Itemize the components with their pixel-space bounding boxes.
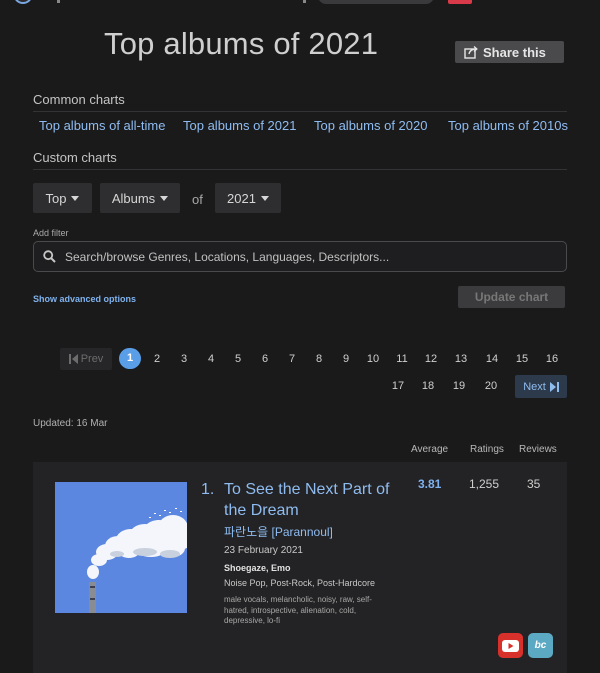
album-cover-art	[55, 482, 187, 613]
share-icon	[464, 45, 478, 59]
artist-link[interactable]: 파란노을 [Parannoul]	[224, 523, 333, 540]
of-label: of	[192, 192, 203, 207]
page-link[interactable]: 10	[362, 353, 384, 365]
chart-type-value: Top	[45, 190, 67, 206]
page-1-current[interactable]: 1	[119, 348, 141, 369]
column-average: Average	[411, 444, 449, 455]
year-dropdown[interactable]: 2021	[215, 183, 281, 213]
column-reviews: Reviews	[519, 444, 557, 455]
add-filter-label: Add filter	[33, 228, 69, 238]
nav-dot	[57, 0, 60, 3]
page-link[interactable]: 9	[335, 353, 357, 365]
page-link[interactable]: 14	[481, 353, 503, 365]
link-top-albums-2021[interactable]: Top albums of 2021	[183, 118, 296, 133]
page-link[interactable]: 2	[146, 353, 168, 365]
pagination-next-button[interactable]: Next	[515, 375, 567, 398]
page-link[interactable]: 12	[420, 353, 442, 365]
page-link[interactable]: 16	[541, 353, 563, 365]
descriptors: male vocals, melancholic, noisy, raw, se…	[224, 595, 372, 625]
page-link[interactable]: 8	[308, 353, 330, 365]
nav-dot	[303, 0, 306, 3]
page-link[interactable]: 20	[480, 380, 502, 392]
category-value: Albums	[111, 190, 156, 206]
update-chart-button[interactable]: Update chart	[458, 286, 565, 308]
page-link[interactable]: 6	[254, 353, 276, 365]
album-title-link[interactable]: To See the Next Part of the Dream	[224, 479, 406, 521]
pagination-prev-button[interactable]: Prev	[60, 348, 112, 370]
custom-charts-label: Custom charts	[33, 150, 117, 165]
share-label: Share this	[483, 44, 546, 60]
page-link[interactable]: 11	[391, 353, 413, 365]
last-page-icon	[549, 381, 559, 392]
genre-link-shoegaze[interactable]: Shoegaze	[224, 563, 266, 573]
first-page-icon	[68, 354, 78, 364]
common-charts-label: Common charts	[33, 92, 125, 107]
updated-date: Updated: 16 Mar	[33, 418, 108, 429]
youtube-icon	[502, 639, 519, 652]
search-icon	[43, 250, 56, 263]
year-value: 2021	[227, 190, 256, 206]
share-button[interactable]: Share this	[455, 41, 564, 63]
page-link[interactable]: 4	[200, 353, 222, 365]
top-nav-strip	[0, 0, 600, 4]
chart-rank: 1.	[201, 481, 215, 498]
link-top-albums-2020[interactable]: Top albums of 2020	[314, 118, 427, 133]
page-link[interactable]: 7	[281, 353, 303, 365]
bandcamp-link-button[interactable]: bc	[528, 633, 553, 658]
ratings-count: 1,255	[469, 477, 500, 491]
average-rating: 3.81	[418, 477, 442, 491]
category-dropdown[interactable]: Albums	[100, 183, 180, 213]
page-link[interactable]: 18	[417, 380, 439, 392]
page-link[interactable]: 3	[173, 353, 195, 365]
release-date: 23 February 2021	[224, 545, 303, 556]
page-link[interactable]: 17	[387, 380, 409, 392]
secondary-genres: Noise Pop, Post-Rock, Post-Hardcore	[224, 578, 376, 588]
page-link[interactable]: 19	[448, 380, 470, 392]
page-link[interactable]: 15	[511, 353, 533, 365]
site-search-input[interactable]	[318, 0, 434, 4]
caret-down-icon	[71, 195, 80, 201]
page-link[interactable]: 13	[450, 353, 472, 365]
album-cover[interactable]	[55, 482, 187, 613]
account-button[interactable]	[448, 0, 472, 4]
bandcamp-icon: bc	[534, 640, 547, 651]
page-title: Top albums of 2021	[104, 26, 379, 61]
site-logo-icon[interactable]	[14, 0, 32, 4]
divider	[33, 169, 567, 170]
prev-label: Prev	[80, 353, 104, 365]
primary-genres: Shoegaze, Emo	[224, 563, 291, 573]
reviews-count: 35	[527, 477, 541, 491]
filter-search-box[interactable]	[33, 241, 567, 272]
caret-down-icon	[260, 195, 269, 201]
link-top-albums-all-time[interactable]: Top albums of all-time	[39, 118, 165, 133]
caret-down-icon	[160, 195, 169, 201]
divider	[33, 111, 567, 112]
chart-entry: 1. To See the Next Part of the Dream 파란노…	[33, 462, 567, 673]
show-advanced-options-link[interactable]: Show advanced options	[33, 294, 136, 304]
page-link[interactable]: 5	[227, 353, 249, 365]
youtube-link-button[interactable]	[498, 633, 523, 658]
next-label: Next	[523, 380, 546, 393]
filter-search-input[interactable]	[65, 249, 545, 264]
column-ratings: Ratings	[470, 444, 504, 455]
link-top-albums-2010s[interactable]: Top albums of 2010s	[448, 118, 568, 133]
chart-type-dropdown[interactable]: Top	[33, 183, 92, 213]
genre-link-emo[interactable]: Emo	[271, 563, 291, 573]
